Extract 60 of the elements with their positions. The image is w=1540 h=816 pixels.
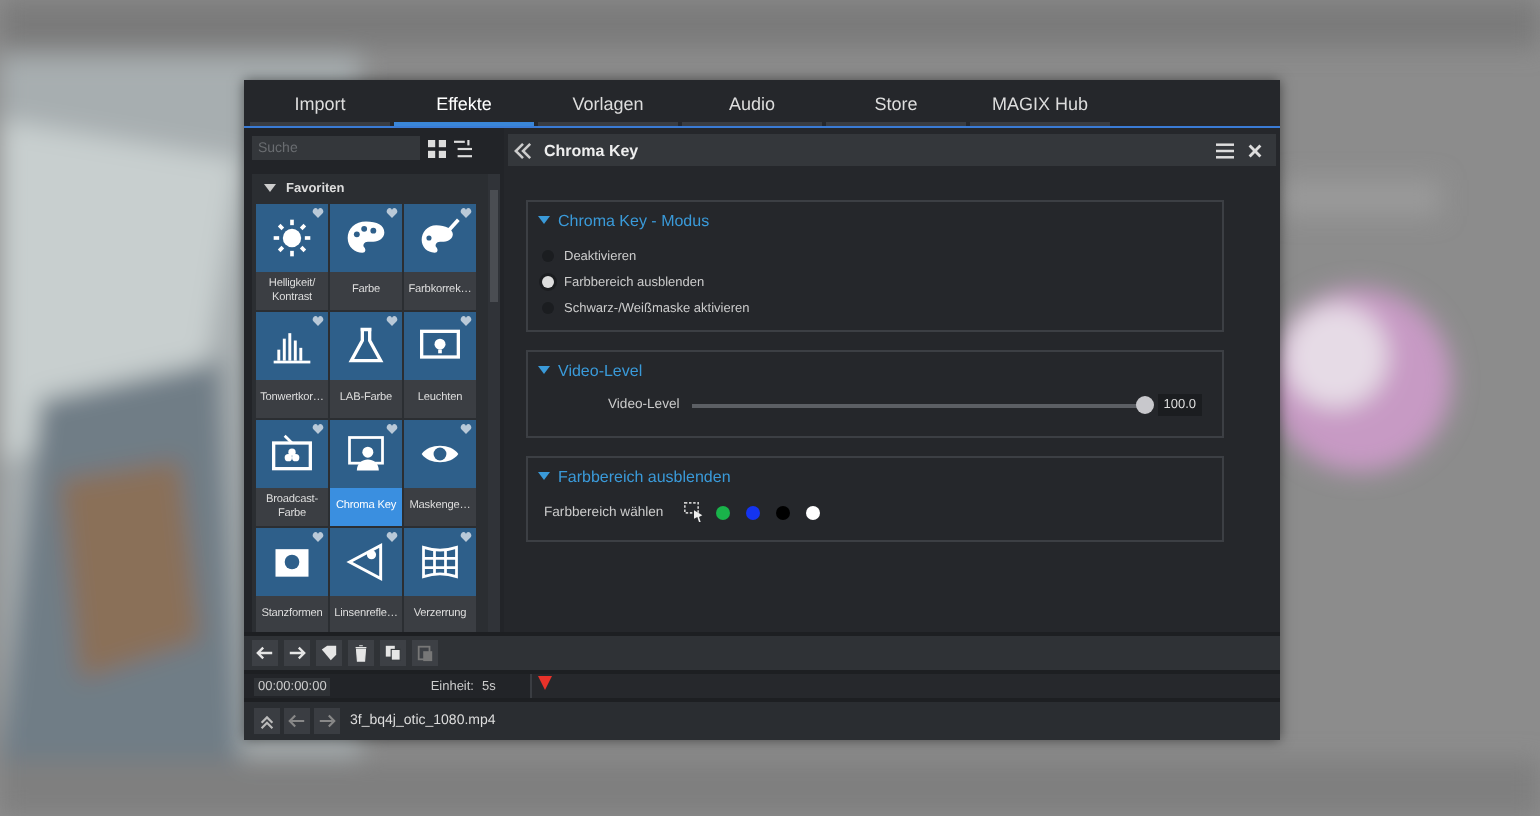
tv-icon xyxy=(270,432,314,476)
section-title: Video-Level xyxy=(558,361,643,379)
heart-icon[interactable] xyxy=(460,424,472,434)
flask-icon xyxy=(344,324,388,368)
double-chevron-icon[interactable] xyxy=(514,141,532,159)
expand-arrow-icon[interactable] xyxy=(538,216,550,224)
heart-icon[interactable] xyxy=(386,424,398,434)
tab[interactable]: Vorlagen xyxy=(538,86,678,126)
section-title: Farbbereich ausblenden xyxy=(558,467,731,485)
heart-icon[interactable] xyxy=(386,208,398,218)
tab[interactable]: Audio xyxy=(682,86,822,126)
trash-icon xyxy=(352,644,370,662)
heart-icon[interactable] xyxy=(460,532,472,542)
person-screen-icon xyxy=(344,432,388,476)
radio-button[interactable] xyxy=(542,276,554,288)
close-icon[interactable] xyxy=(1246,141,1264,159)
tag-icon xyxy=(320,644,338,662)
collapse-button[interactable] xyxy=(254,708,280,734)
heart-icon[interactable] xyxy=(386,532,398,542)
menu-icon[interactable] xyxy=(1216,141,1234,159)
filter-list-icon[interactable] xyxy=(454,139,472,157)
color-swatch[interactable] xyxy=(745,505,760,519)
heart-icon[interactable] xyxy=(460,208,472,218)
expand-arrow-icon[interactable] xyxy=(538,472,550,480)
right-arrow-icon xyxy=(288,644,306,662)
heart-icon[interactable] xyxy=(312,424,324,434)
back-button[interactable] xyxy=(284,708,310,734)
lens-flare-icon xyxy=(344,540,388,584)
expand-arrow-icon[interactable] xyxy=(264,184,276,192)
eyedropper-selection-icon[interactable] xyxy=(683,502,704,522)
paste-icon xyxy=(416,644,434,662)
copy-button[interactable] xyxy=(380,640,406,666)
tab[interactable]: Store xyxy=(826,86,966,126)
right-arrow-button[interactable] xyxy=(284,640,310,666)
right-arrow-icon xyxy=(318,712,336,730)
tag-button[interactable] xyxy=(316,640,342,666)
forward-button[interactable] xyxy=(314,708,340,734)
color-swatch[interactable] xyxy=(805,505,820,519)
grid-view-icon[interactable] xyxy=(428,139,446,157)
scrollbar[interactable] xyxy=(488,174,500,632)
heart-icon[interactable] xyxy=(312,316,324,326)
grid-warp-icon xyxy=(418,540,462,584)
delete-button[interactable] xyxy=(348,640,374,666)
panel-title: Chroma Key xyxy=(544,141,639,159)
expand-arrow-icon[interactable] xyxy=(538,366,550,374)
sun-icon xyxy=(270,216,314,260)
left-arrow-button[interactable] xyxy=(252,640,278,666)
color-swatch[interactable] xyxy=(775,505,790,519)
section-title: Chroma Key - Modus xyxy=(558,211,710,229)
tab[interactable]: MAGIX Hub xyxy=(970,86,1110,126)
color-swatch[interactable] xyxy=(715,505,730,519)
heart-icon[interactable] xyxy=(386,316,398,326)
copy-icon xyxy=(384,644,402,662)
heart-icon[interactable] xyxy=(312,208,324,218)
heart-icon[interactable] xyxy=(460,316,472,326)
left-arrow-icon xyxy=(256,644,274,662)
heart-icon[interactable] xyxy=(312,532,324,542)
left-arrow-icon xyxy=(288,712,306,730)
double-chevron-up-icon xyxy=(258,712,276,730)
playhead-marker[interactable] xyxy=(538,676,552,690)
